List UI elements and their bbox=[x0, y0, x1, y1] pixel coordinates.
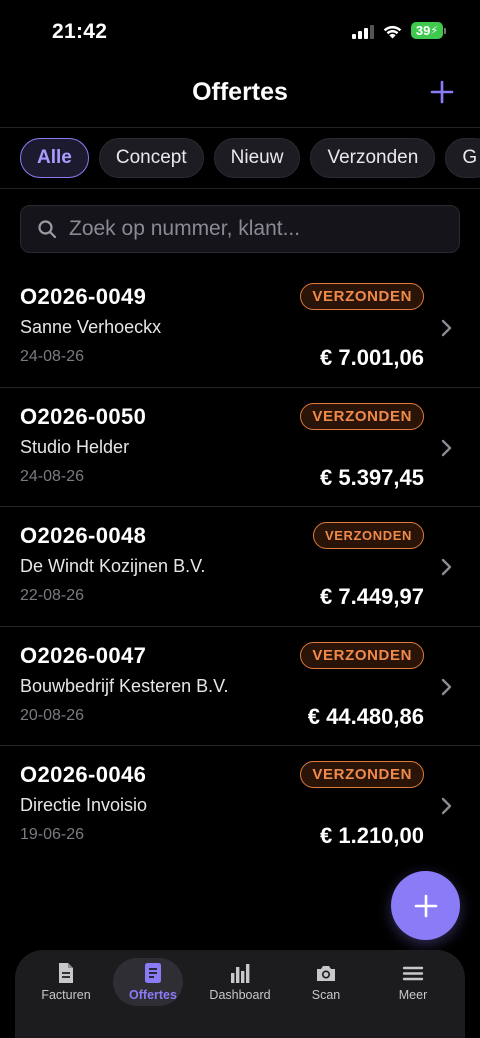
tab-label: Dashboard bbox=[209, 988, 271, 1002]
quote-amount: € 7.001,06 bbox=[320, 345, 424, 370]
quote-list: O2026-0049 Sanne Verhoeckx 24-08-26 VERZ… bbox=[0, 268, 480, 866]
tab-offertes[interactable]: Offertes bbox=[110, 958, 196, 1008]
cellular-signal-icon bbox=[352, 23, 374, 39]
quote-row[interactable]: O2026-0048 De Windt Kozijnen B.V. 22-08-… bbox=[0, 507, 480, 627]
camera-icon bbox=[317, 966, 335, 981]
quote-date: 24-08-26 bbox=[20, 348, 85, 365]
status-bar: 21:42 39 ⚡ bbox=[0, 0, 480, 62]
status-badge: VERZONDEN bbox=[300, 402, 424, 430]
battery-level: 39 bbox=[415, 23, 431, 38]
quote-client: De Windt Kozijnen B.V. bbox=[20, 556, 206, 576]
status-badge: VERZONDEN bbox=[300, 283, 424, 310]
quote-row[interactable]: O2026-0050 Studio Helder 24-08-26 VERZON… bbox=[0, 388, 480, 507]
chevron-right-icon bbox=[441, 319, 452, 337]
tab-label: Facturen bbox=[41, 988, 91, 1002]
quote-amount: € 5.397,45 bbox=[320, 464, 424, 490]
quote-document-icon bbox=[145, 963, 161, 983]
quote-date: 20-08-26 bbox=[20, 706, 85, 724]
quote-number: O2026-0049 bbox=[20, 284, 147, 309]
plus-icon bbox=[414, 894, 437, 917]
tab-bar: Facturen Offertes Dashboard Scan Meer bbox=[15, 950, 465, 1038]
filter-chip-partial[interactable]: G bbox=[445, 138, 480, 178]
quote-number: O2026-0047 bbox=[20, 642, 147, 668]
wifi-icon bbox=[383, 25, 402, 38]
quote-date: 22-08-26 bbox=[20, 587, 85, 604]
quote-date: 19-06-26 bbox=[20, 826, 85, 843]
filter-chip-nieuw[interactable]: Nieuw bbox=[213, 138, 301, 178]
quote-number: O2026-0048 bbox=[20, 523, 147, 548]
header: Offertes bbox=[0, 62, 480, 128]
quote-amount: € 44.480,86 bbox=[307, 703, 424, 729]
tab-scan[interactable]: Scan bbox=[283, 958, 369, 1008]
quote-row[interactable]: O2026-0049 Sanne Verhoeckx 24-08-26 VERZ… bbox=[0, 268, 480, 388]
tab-meer[interactable]: Meer bbox=[370, 958, 456, 1008]
tab-label: Scan bbox=[311, 988, 341, 1002]
battery-icon: 39 ⚡ bbox=[411, 22, 446, 39]
quote-row[interactable]: O2026-0046 Directie Invoisio 19-06-26 VE… bbox=[0, 746, 480, 866]
status-icons: 39 ⚡ bbox=[352, 22, 446, 39]
quote-row[interactable]: O2026-0047 Bouwbedrijf Kesteren B.V. 20-… bbox=[0, 627, 480, 746]
chevron-right-icon bbox=[441, 558, 452, 576]
quote-client: Studio Helder bbox=[20, 436, 130, 457]
quote-amount: € 7.449,97 bbox=[320, 584, 424, 609]
quote-number: O2026-0046 bbox=[20, 762, 147, 787]
search-input[interactable] bbox=[69, 217, 449, 241]
tab-dashboard[interactable]: Dashboard bbox=[197, 958, 283, 1008]
filter-chip-verzonden[interactable]: Verzonden bbox=[310, 138, 436, 178]
document-icon bbox=[59, 963, 73, 983]
page-title: Offertes bbox=[192, 78, 288, 106]
status-badge: VERZONDEN bbox=[312, 522, 424, 549]
status-badge: VERZONDEN bbox=[300, 761, 424, 788]
status-badge: VERZONDEN bbox=[300, 641, 424, 669]
chevron-right-icon bbox=[441, 678, 452, 695]
tab-label: Offertes bbox=[129, 988, 177, 1002]
chevron-right-icon bbox=[441, 439, 452, 456]
quote-client: Directie Invoisio bbox=[20, 795, 148, 815]
tab-label: Meer bbox=[398, 988, 428, 1002]
chevron-right-icon bbox=[441, 797, 452, 815]
quote-client: Sanne Verhoeckx bbox=[20, 317, 162, 337]
new-quote-fab[interactable] bbox=[391, 871, 460, 940]
filter-chips: Alle Concept Nieuw Verzonden G bbox=[20, 138, 480, 180]
quote-client: Bouwbedrijf Kesteren B.V. bbox=[20, 675, 229, 696]
quote-date: 24-08-26 bbox=[20, 467, 85, 485]
filter-chip-alle[interactable]: Alle bbox=[20, 138, 89, 178]
menu-icon bbox=[402, 966, 424, 981]
divider bbox=[0, 188, 480, 189]
bar-chart-icon bbox=[231, 964, 250, 983]
quote-amount: € 1.210,00 bbox=[320, 823, 424, 848]
add-quote-button[interactable] bbox=[426, 76, 458, 108]
tab-facturen[interactable]: Facturen bbox=[23, 958, 109, 1008]
filter-chip-concept[interactable]: Concept bbox=[98, 138, 204, 178]
search-icon bbox=[38, 220, 57, 239]
quote-number: O2026-0050 bbox=[20, 403, 147, 429]
status-time: 21:42 bbox=[52, 20, 108, 43]
search-bar[interactable] bbox=[20, 205, 460, 253]
